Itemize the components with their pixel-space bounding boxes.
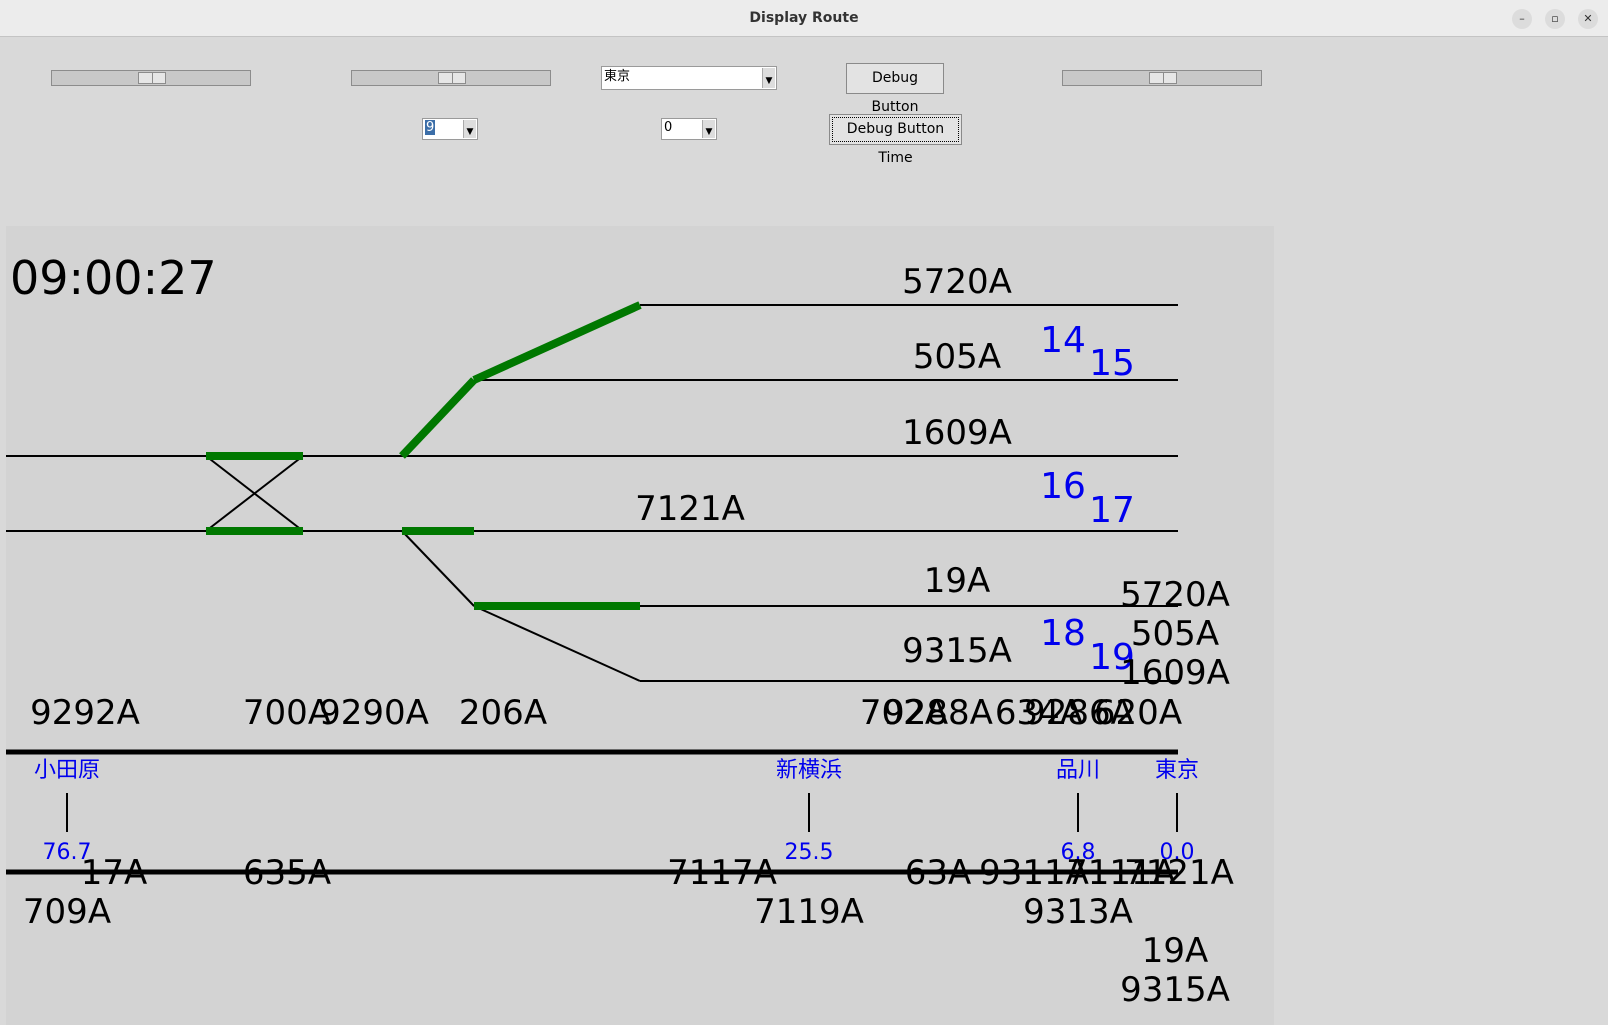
branch-line bbox=[473, 605, 641, 682]
debug-time-button[interactable]: Debug Button Time bbox=[829, 114, 962, 166]
slider-1-thumb[interactable] bbox=[138, 72, 166, 84]
lower-train-label: 7121A bbox=[1124, 853, 1234, 893]
train-label: 19A bbox=[924, 561, 991, 601]
queue-train-label: 505A bbox=[1131, 614, 1219, 654]
upper-train-label: 9290A bbox=[319, 693, 429, 733]
minute-select-value: 0 bbox=[664, 120, 673, 135]
station-name: 小田原 bbox=[34, 758, 100, 783]
lower-train-label: 9315A bbox=[1120, 970, 1230, 1010]
upper-train-label: 9288A bbox=[883, 693, 993, 733]
platform-number: 15 bbox=[1089, 343, 1135, 384]
train-label: 5720A bbox=[902, 262, 1012, 302]
minimize-icon[interactable]: – bbox=[1512, 9, 1532, 29]
chevron-down-icon[interactable]: ▼ bbox=[463, 120, 476, 138]
branch-line bbox=[401, 530, 475, 607]
lower-train-label: 709A bbox=[23, 892, 111, 932]
station-km: 25.5 bbox=[785, 840, 834, 865]
close-icon[interactable]: ✕ bbox=[1578, 9, 1598, 29]
platform-number: 17 bbox=[1089, 490, 1135, 531]
queue-train-label: 5720A bbox=[1120, 575, 1230, 615]
route-display: 09:00:27 5720A 505A 1609A 7121A 19A 9315… bbox=[6, 226, 1274, 1025]
chevron-down-icon[interactable]: ▼ bbox=[762, 68, 775, 88]
route-canvas: 09:00:27 5720A 505A 1609A 7121A 19A 9315… bbox=[6, 251, 1234, 1010]
train-label: 9315A bbox=[902, 631, 1012, 671]
platform-number: 18 bbox=[1040, 613, 1086, 654]
slider-3[interactable] bbox=[1062, 70, 1262, 86]
lower-train-label: 17A bbox=[81, 853, 148, 893]
upper-train-label: 620A bbox=[1094, 693, 1182, 733]
slider-2[interactable] bbox=[351, 70, 551, 86]
slider-1[interactable] bbox=[51, 70, 251, 86]
window-title: Display Route bbox=[749, 10, 859, 26]
station-select-value: 東京 bbox=[604, 69, 631, 84]
debug-button[interactable]: Debug Button bbox=[846, 63, 944, 115]
lower-train-label: 7117A bbox=[667, 853, 777, 893]
train-label: 7121A bbox=[635, 489, 745, 529]
slider-2-thumb[interactable] bbox=[438, 72, 466, 84]
lower-train-label: 635A bbox=[243, 853, 331, 893]
upper-train-label: 206A bbox=[459, 693, 547, 733]
slider-3-thumb[interactable] bbox=[1149, 72, 1177, 84]
clock: 09:00:27 bbox=[10, 251, 217, 305]
train-label: 505A bbox=[913, 337, 1001, 377]
chevron-down-icon[interactable]: ▼ bbox=[702, 120, 715, 138]
minute-select[interactable]: 0 ▼ bbox=[661, 118, 717, 140]
platform-number: 16 bbox=[1040, 466, 1086, 507]
station-select[interactable]: 東京 ▼ bbox=[601, 66, 777, 90]
queue-train-label: 1609A bbox=[1120, 653, 1230, 693]
lower-train-label: 9313A bbox=[1023, 892, 1133, 932]
maximize-icon[interactable]: ▫ bbox=[1545, 9, 1565, 29]
station-name: 品川 bbox=[1056, 758, 1100, 783]
title-bar: Display Route – ▫ ✕ bbox=[0, 0, 1608, 37]
lower-train-label: 19A bbox=[1142, 931, 1209, 971]
platform-number: 14 bbox=[1040, 320, 1086, 361]
lower-train-label: 7119A bbox=[754, 892, 864, 932]
hour-select[interactable]: 9 ▼ bbox=[422, 118, 478, 140]
upper-train-label: 9292A bbox=[30, 693, 140, 733]
lower-train-label: 63A bbox=[905, 853, 972, 893]
upper-train-label: 700A bbox=[243, 693, 331, 733]
train-label: 1609A bbox=[902, 413, 1012, 453]
station-name: 東京 bbox=[1155, 758, 1199, 783]
hour-select-value: 9 bbox=[425, 120, 436, 135]
station-name: 新横浜 bbox=[776, 758, 842, 783]
